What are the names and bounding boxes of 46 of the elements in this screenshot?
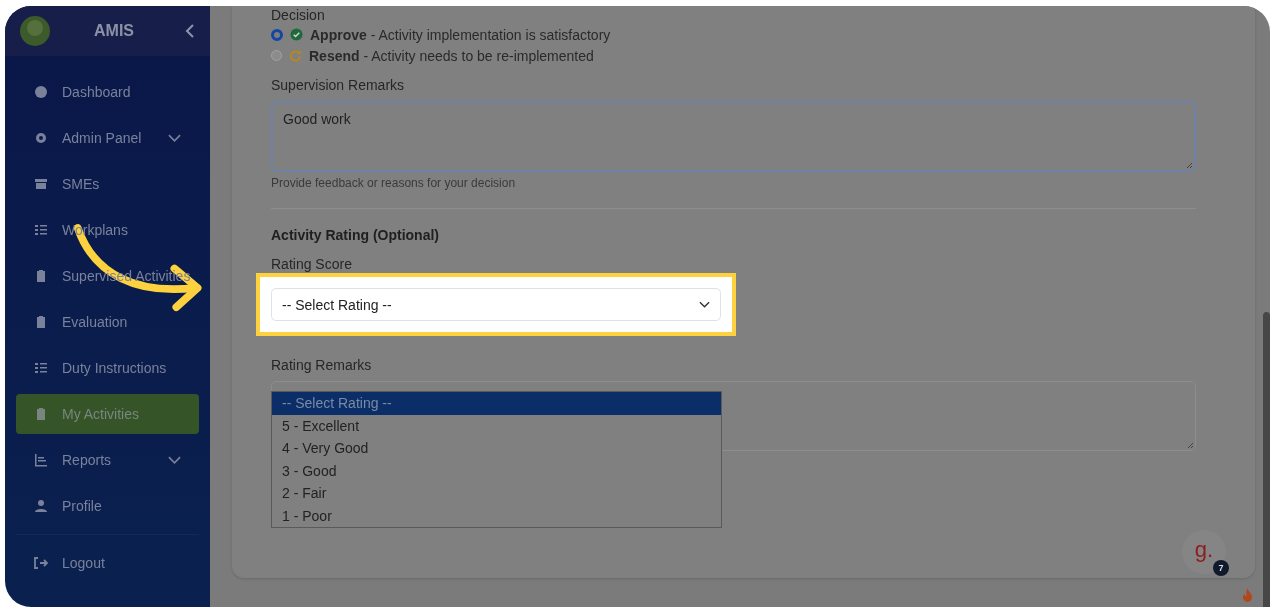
gear-icon [34, 131, 48, 145]
field-label: Rating Remarks [271, 356, 373, 374]
dropdown-option[interactable]: 2 - Fair [272, 482, 721, 505]
dropdown-option[interactable]: 5 - Excellent [272, 414, 721, 437]
clipboard-icon [34, 407, 48, 421]
radio-label: Approve - Activity implementation is satisfactory [310, 26, 611, 43]
person-icon [34, 499, 48, 513]
sidebar-item[interactable]: Dashboard [16, 72, 199, 112]
radio-label: Resend - Activity needs to be re-implemented [309, 47, 594, 64]
sidebar-item[interactable]: My Activities [16, 394, 199, 434]
checklist-icon [34, 223, 48, 237]
check-circle-icon [290, 28, 303, 41]
logout-icon [34, 556, 48, 570]
sidebar-item[interactable]: Reports [16, 440, 199, 480]
radio-button[interactable] [271, 50, 282, 61]
scrollbar-thumb[interactable] [1263, 312, 1270, 607]
chevron-down-icon [699, 301, 710, 308]
logout-link[interactable]: Logout [16, 543, 199, 583]
sidebar-item[interactable]: SMEs [16, 164, 199, 204]
resize-handle-icon [1187, 442, 1193, 448]
radio-button[interactable] [271, 28, 283, 41]
store-icon [34, 177, 48, 191]
dropdown-option[interactable]: 1 - Poor [272, 504, 721, 527]
field-label: Supervision Remarks [271, 76, 406, 94]
flame-icon [1242, 588, 1253, 603]
help-text: Provide feedback or reasons for your decision [271, 176, 517, 190]
brand-name: AMIS [94, 22, 134, 40]
sidebar-item[interactable]: Admin Panel [16, 118, 199, 158]
remarks-field[interactable]: Good work [271, 101, 1196, 172]
section-heading: Activity Rating (Optional) [271, 227, 440, 243]
dropdown-option[interactable]: 4 - Very Good [272, 437, 721, 460]
dropdown-option[interactable]: 3 - Good [272, 459, 721, 482]
resize-handle-icon [1186, 162, 1192, 168]
rating-select[interactable]: -- Select Rating -- [271, 288, 721, 321]
sidebar-item[interactable]: Evaluation [16, 302, 199, 342]
dropdown-option[interactable]: -- Select Rating -- [272, 392, 721, 415]
clipboard-icon [34, 269, 48, 283]
field-label: Decision [271, 6, 326, 24]
field-label: Rating Score [271, 255, 353, 273]
chart-icon [34, 453, 48, 467]
sidebar-item[interactable]: Profile [16, 486, 199, 526]
redo-icon [289, 49, 302, 62]
logo-icon [19, 15, 51, 47]
checklist-icon [34, 361, 48, 375]
sidebar-item[interactable]: Duty Instructions [16, 348, 199, 388]
collapse-icon[interactable] [184, 23, 196, 39]
